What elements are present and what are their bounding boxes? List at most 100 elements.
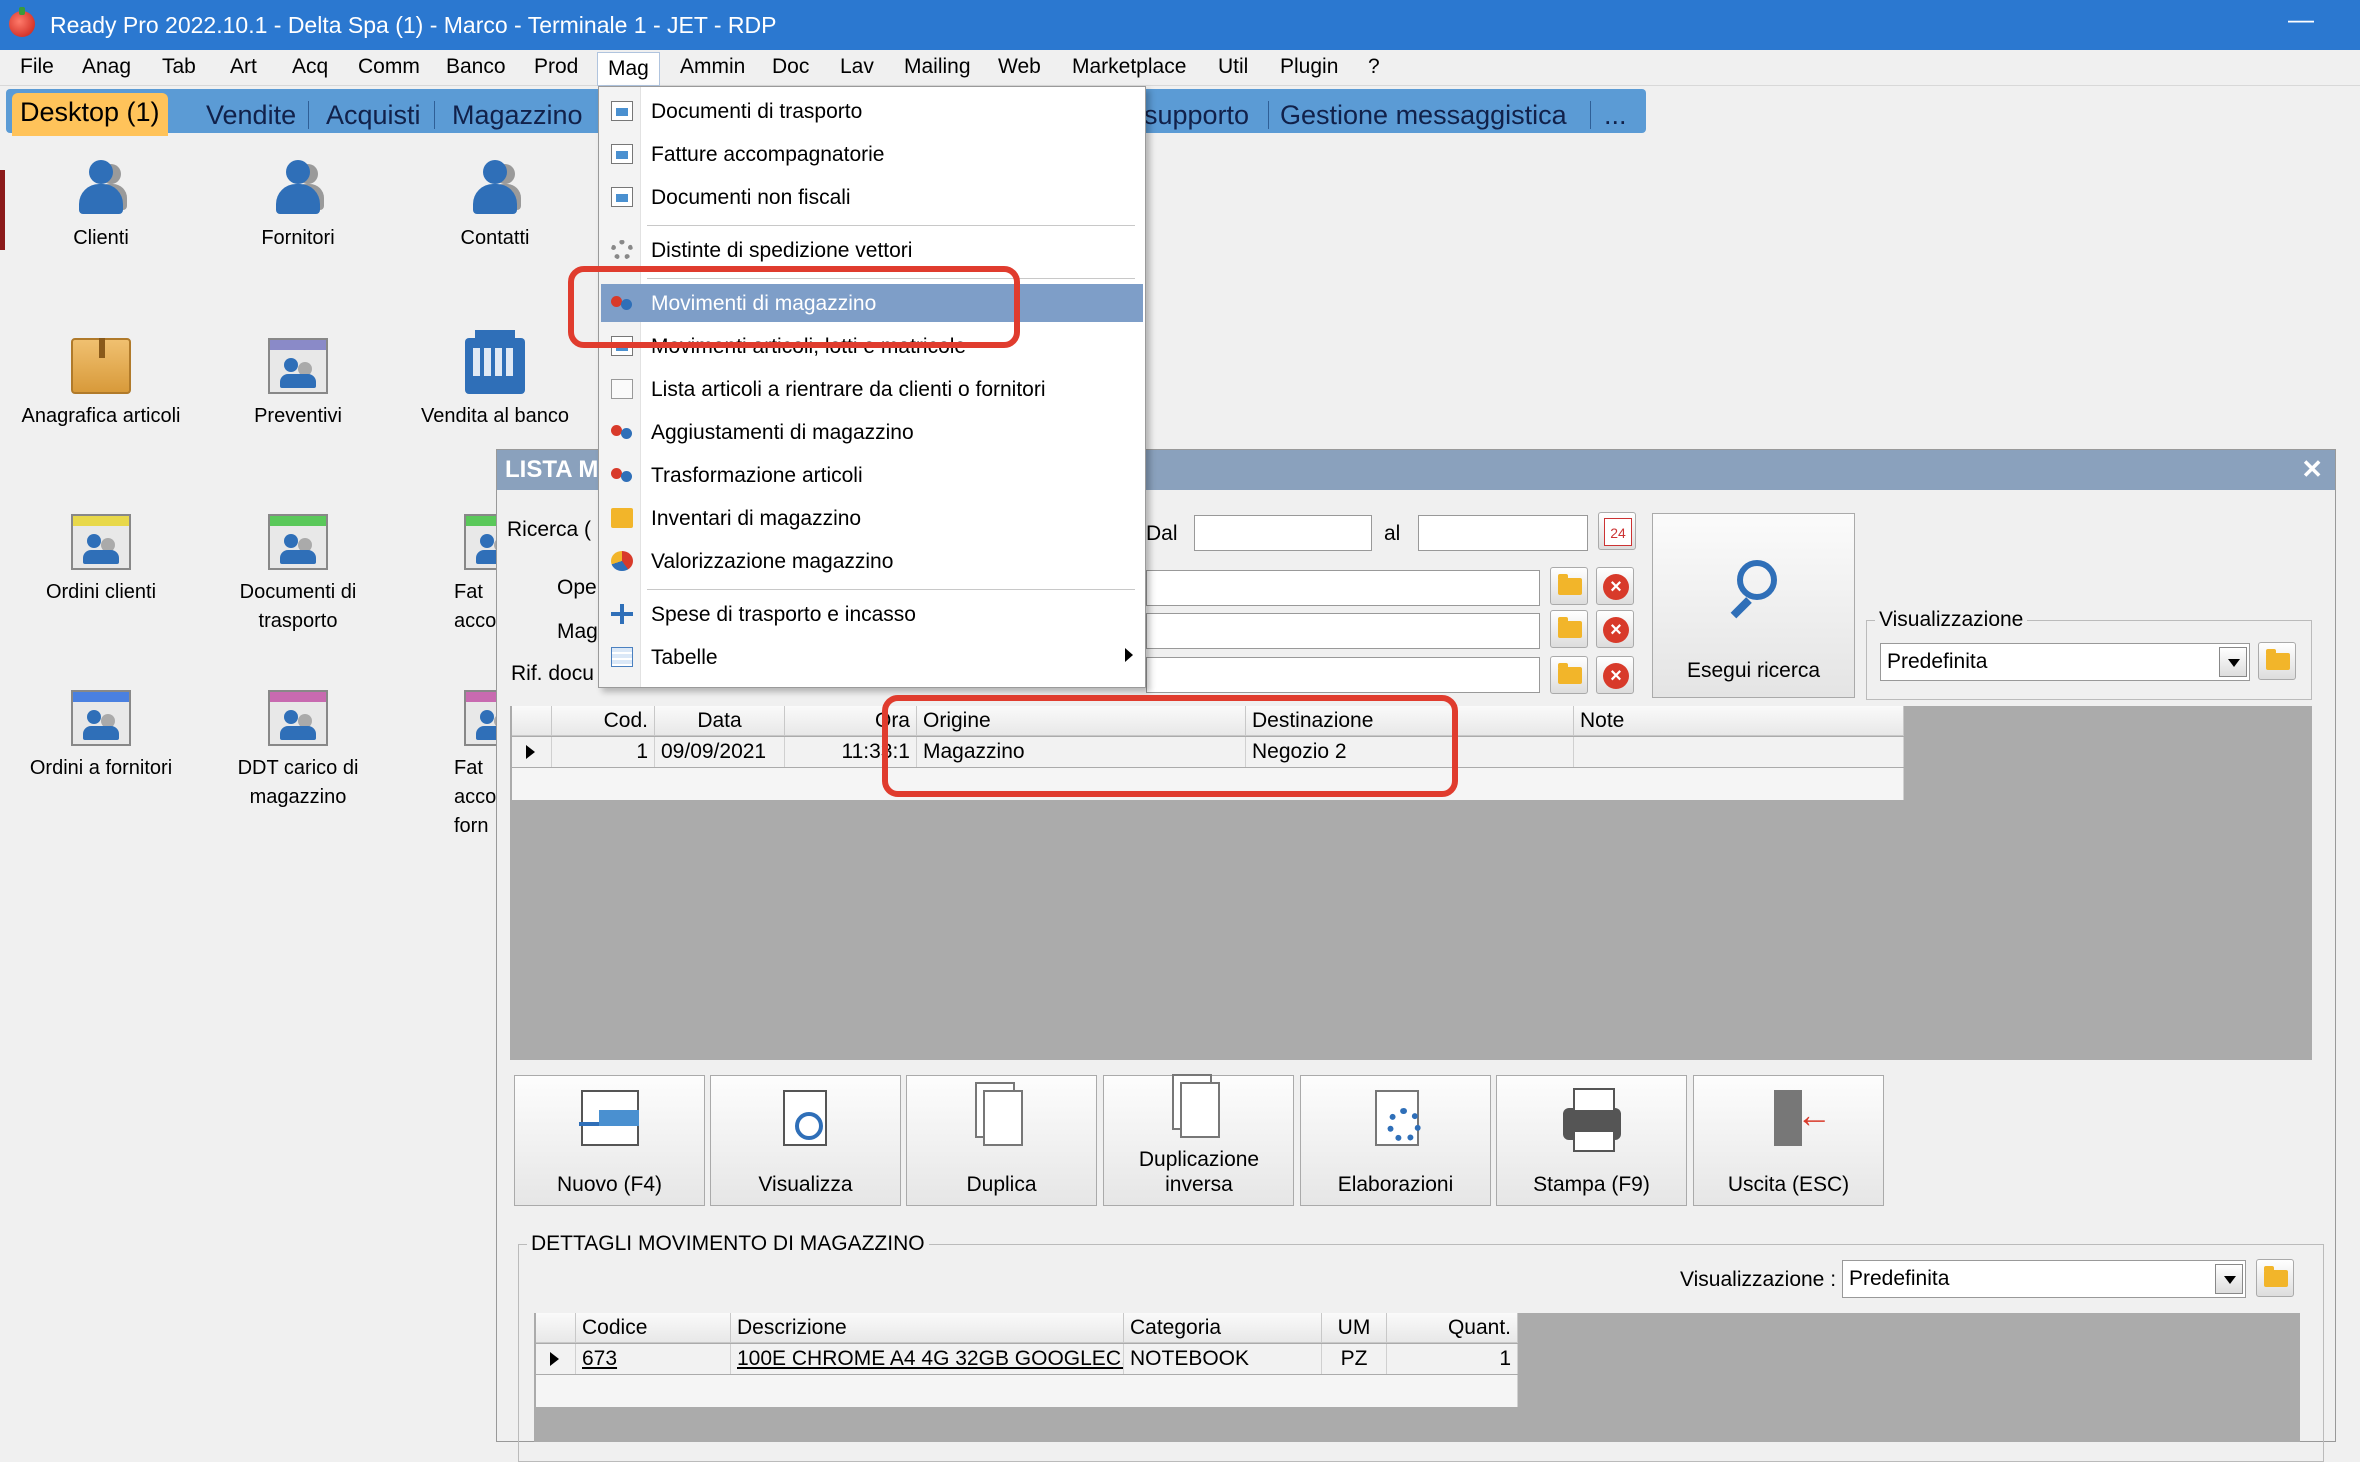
menu-tabelle[interactable]: Tabelle [601,638,1143,676]
menu-web[interactable]: Web [996,55,1043,82]
menu-tab[interactable]: Tab [160,55,198,82]
menu-lista-articoli-a-rientrare[interactable]: Lista articoli a rientrare da clienti o … [601,370,1143,408]
desktop-icon-ordini-a-fornitori[interactable]: Ordini a fornitori [6,690,196,783]
menu-banco[interactable]: Banco [444,55,508,82]
stampa-button[interactable]: Stampa (F9) [1496,1075,1687,1206]
menu-doc[interactable]: Doc [770,55,811,82]
tab-gestione-messaggistica[interactable]: Gestione messaggistica [1272,96,1575,136]
menu-acq[interactable]: Acq [290,55,330,82]
dettagli-visualizzazione-select[interactable]: Predefinita [1842,1260,2246,1298]
visualizzazione-folder-button[interactable] [2258,642,2296,680]
desktop-icon-fornitori[interactable]: Fornitori [203,160,393,253]
menu-lav[interactable]: Lav [838,55,876,82]
menu-prod[interactable]: Prod [532,55,580,82]
dettagli-folder-button[interactable] [2256,1259,2294,1297]
cell-data[interactable]: 09/09/2021 [655,737,785,767]
row-selector-icon[interactable] [512,737,552,767]
calendar-button[interactable]: 24 [1598,512,1636,550]
menu-valorizzazione-magazzino[interactable]: Valorizzazione magazzino [601,542,1143,580]
desktop-icon-contatti[interactable]: Contatti [400,160,590,253]
magazzino-input[interactable] [1146,613,1540,649]
column-header-note[interactable]: Note [1574,706,1904,736]
close-icon[interactable]: ✕ [2301,454,2323,485]
desktop-icon-label: Documenti di trasporto [239,581,357,632]
menu-label: Documenti di trasporto [651,100,863,123]
desktop-icon-anagrafica-articoli[interactable]: Anagrafica articoli [6,338,196,431]
chevron-down-icon[interactable] [2219,647,2247,677]
cell-cod[interactable]: 1 [552,737,655,767]
column-header-codice[interactable]: Codice [576,1313,731,1343]
minimize-button[interactable]: — [2288,4,2314,35]
tab-vendite[interactable]: Vendite [198,96,304,136]
cell-um[interactable]: PZ [1322,1344,1387,1374]
visualizza-button[interactable]: Visualizza [710,1075,901,1206]
menu-help[interactable]: ? [1366,55,1382,82]
uscita-button[interactable]: Uscita (ESC) [1693,1075,1884,1206]
desktop-icon-preventivi[interactable]: Preventivi [203,338,393,431]
menu-spese-di-trasporto[interactable]: Spese di trasporto e incasso [601,595,1143,633]
menu-anag[interactable]: Anag [80,55,133,82]
tab-separator [1590,101,1591,129]
cell-quant[interactable]: 1 [1387,1344,1518,1374]
menu-inventari-di-magazzino[interactable]: Inventari di magazzino [601,499,1143,537]
date-from-input[interactable] [1194,515,1372,551]
desktop-icon-ddt-carico[interactable]: DDT carico di magazzino [203,690,393,812]
menu-file[interactable]: File [18,55,56,82]
row-selector-icon[interactable] [536,1344,576,1374]
rif-clear-button[interactable]: × [1596,656,1634,694]
tab-magazzino[interactable]: Magazzino [444,96,591,136]
menu-marketplace[interactable]: Marketplace [1070,55,1188,82]
column-header-cod[interactable]: Cod. [552,706,655,736]
nuovo-button[interactable]: Nuovo (F4) [514,1075,705,1206]
magazzino-browse-button[interactable] [1550,610,1588,648]
column-header-data[interactable]: Data [655,706,785,736]
grid-new-row[interactable] [536,1375,1518,1407]
date-to-input[interactable] [1418,515,1588,551]
menu-util[interactable]: Util [1216,55,1250,82]
operatore-browse-button[interactable] [1550,567,1588,605]
cell-codice[interactable]: 673 [576,1344,731,1374]
elaborazioni-button[interactable]: Elaborazioni [1300,1075,1491,1206]
menu-aggiustamenti-di-magazzino[interactable]: Aggiustamenti di magazzino [601,413,1143,451]
menu-ammin[interactable]: Ammin [678,55,747,82]
tab-acquisti[interactable]: Acquisti [318,96,429,136]
column-header-um[interactable]: UM [1322,1313,1387,1343]
column-header-descrizione[interactable]: Descrizione [731,1313,1124,1343]
menu-fatture-accompagnatorie[interactable]: Fatture accompagnatorie [601,135,1143,173]
tab-more[interactable]: ... [1596,96,1635,136]
tab-desktop[interactable]: Desktop (1) [12,93,168,136]
operatore-input[interactable] [1146,570,1540,606]
esegui-ricerca-button[interactable]: Esegui ricerca [1652,513,1855,698]
visualizzazione-select[interactable]: Predefinita [1880,643,2250,681]
menu-comm[interactable]: Comm [356,55,422,82]
menu-trasformazione-articoli[interactable]: Trasformazione articoli [601,456,1143,494]
desktop-icon-fatture-fornitori[interactable]: Fat accompa forn [400,690,496,841]
duplicazione-inversa-button[interactable]: Duplicazione inversa [1103,1075,1294,1206]
menu-mag[interactable]: Mag [597,52,660,86]
menu-mailing[interactable]: Mailing [902,55,973,82]
desktop-icon-vendita-al-banco[interactable]: Vendita al banco [400,330,590,431]
menu-plugin[interactable]: Plugin [1278,55,1340,82]
column-header-categoria[interactable]: Categoria [1124,1313,1322,1343]
cell-categoria[interactable]: NOTEBOOK [1124,1344,1322,1374]
desktop-icon-fatture-accompagnatorie[interactable]: Fat accompa [400,514,496,636]
uscita-label: Uscita (ESC) [1727,1173,1850,1196]
duplica-button[interactable]: Duplica [906,1075,1097,1206]
chevron-down-icon[interactable] [2215,1264,2243,1294]
menu-documenti-non-fiscali[interactable]: Documenti non fiscali [601,178,1143,216]
operatore-clear-button[interactable]: × [1596,567,1634,605]
tab-supporto[interactable]: supporto [1136,96,1257,136]
desktop-icon-ordini-clienti[interactable]: Ordini clienti [6,514,196,607]
menu-documenti-di-trasporto[interactable]: Documenti di trasporto [601,92,1143,130]
menu-distinte-di-spedizione[interactable]: Distinte di spedizione vettori [601,231,1143,269]
cell-note[interactable] [1574,737,1904,767]
cell-descrizione[interactable]: 100E CHROME A4 4G 32GB GOOGLEC... [731,1344,1124,1374]
transport-document-icon [268,514,328,570]
rif-browse-button[interactable] [1550,656,1588,694]
desktop-icon-documenti-di-trasporto[interactable]: Documenti di trasporto [203,514,393,636]
magazzino-clear-button[interactable]: × [1596,610,1634,648]
rif-documento-input[interactable] [1146,657,1540,693]
column-header-quant[interactable]: Quant. [1387,1313,1518,1343]
desktop-icon-clienti[interactable]: Clienti [6,160,196,253]
menu-art[interactable]: Art [228,55,259,82]
